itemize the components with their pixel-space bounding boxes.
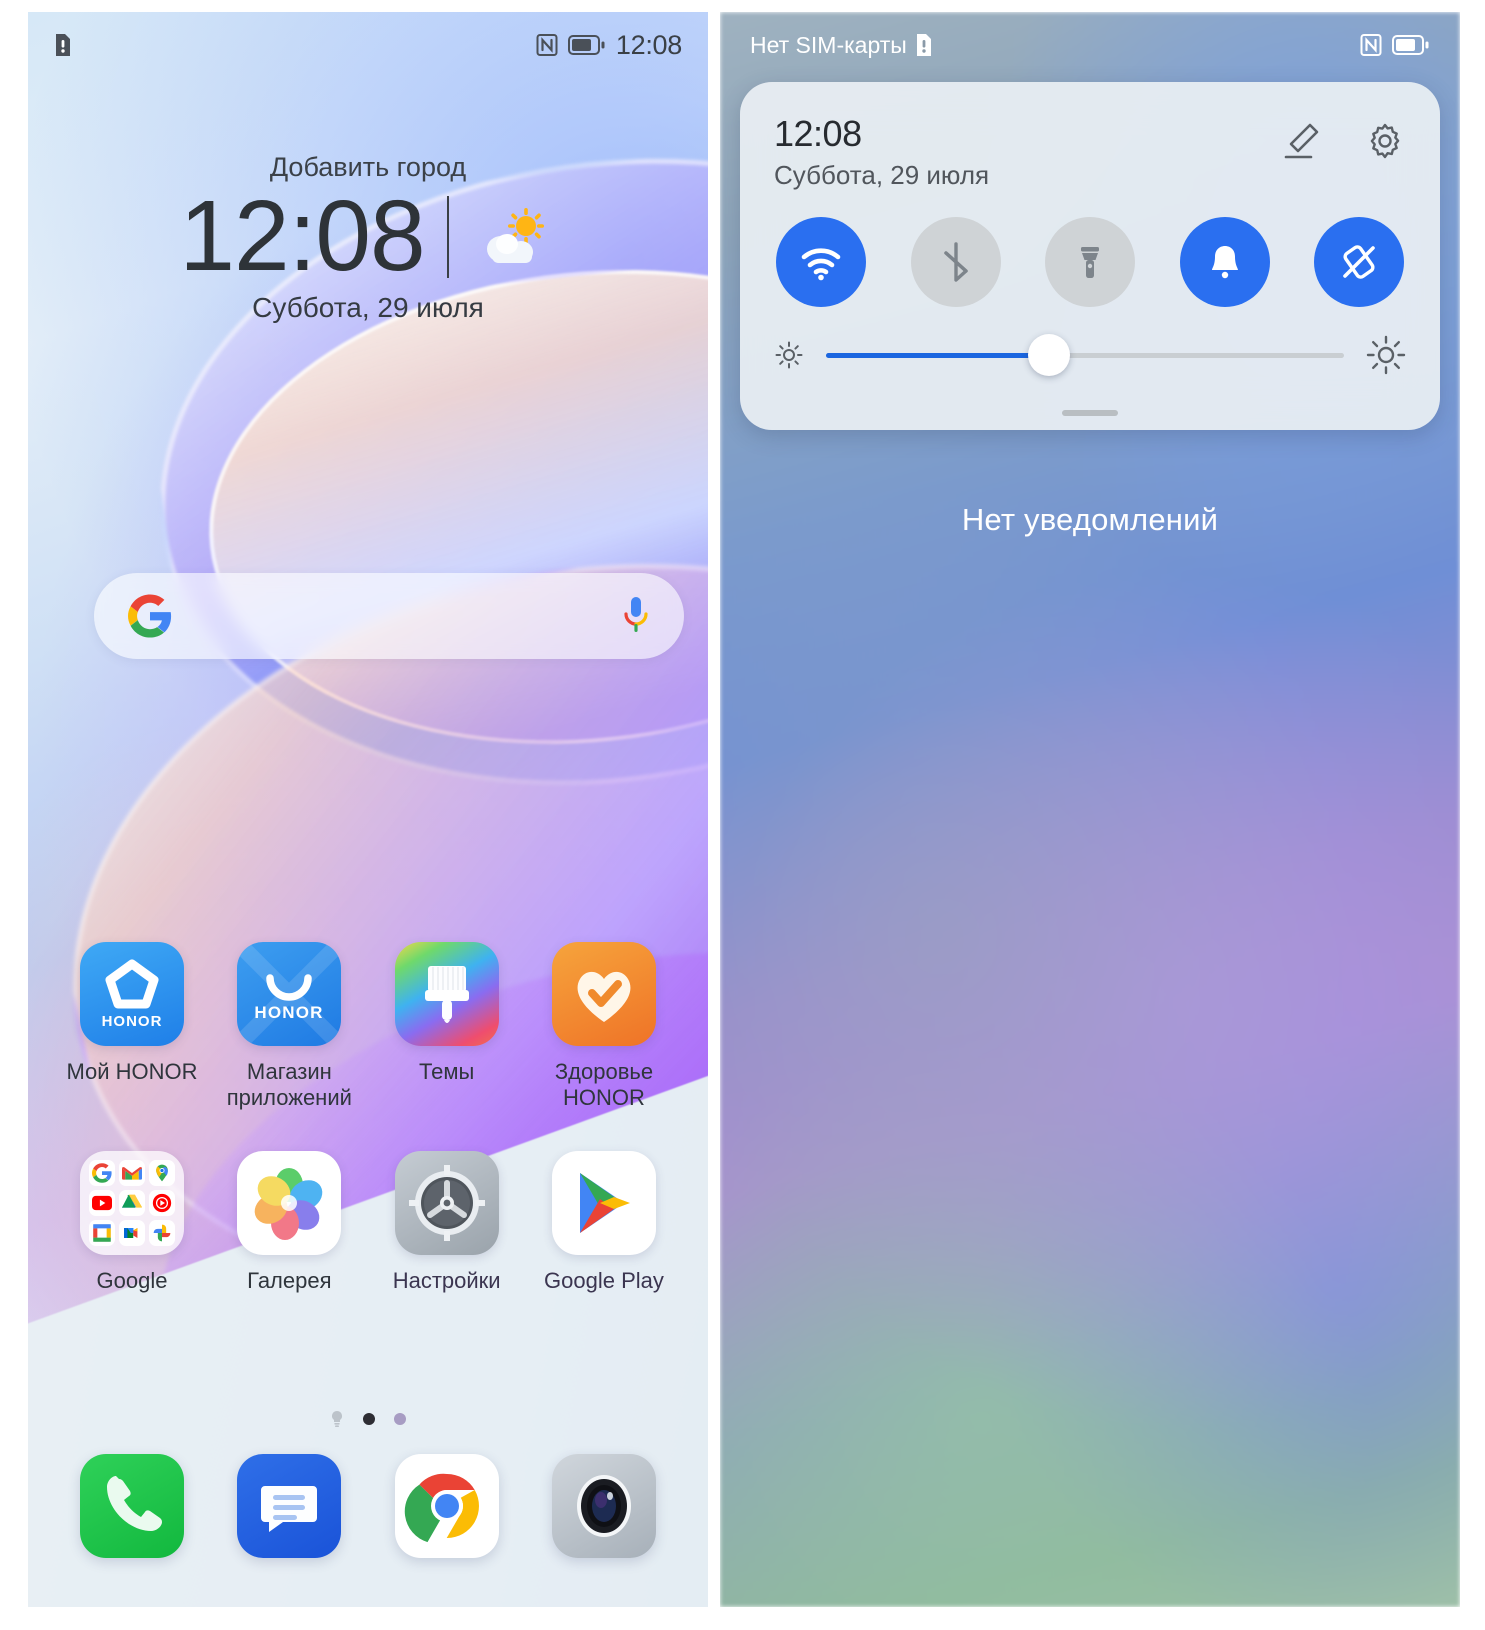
brightness-row: [774, 334, 1406, 377]
clock-time: 12:08: [179, 180, 425, 292]
gear-icon[interactable]: [1364, 120, 1406, 162]
youtube-icon: [89, 1189, 115, 1216]
rotation-lock-icon: [1343, 245, 1375, 279]
google-photos-icon: [149, 1219, 175, 1246]
honor-diamond-icon: HONOR: [80, 942, 184, 1046]
gmail-icon: [119, 1159, 145, 1186]
clock-divider: [446, 195, 449, 278]
app-row: Google Галерея Настройки Google Play: [66, 1150, 670, 1294]
app-grid: HONOR Мой HONOR HONOR Магазин приложений: [28, 942, 708, 1334]
app-label: Темы: [418, 1059, 475, 1084]
toggle-wifi[interactable]: [776, 217, 866, 308]
toggle-rotation-lock[interactable]: [1314, 217, 1404, 308]
quick-toggles: [774, 217, 1406, 308]
themes-brush-icon: [394, 942, 499, 1046]
google-meet-icon: [119, 1219, 145, 1246]
app-themes[interactable]: Темы: [381, 942, 513, 1111]
home-screen: 12:08 Добавить город 12:08 Суббота, 29 и…: [28, 12, 708, 1607]
clock-date: Суббота, 29 июля: [252, 292, 484, 323]
sim-alert-icon: [56, 34, 70, 56]
phone-icon: [80, 1454, 184, 1558]
shade-time: 12:08: [774, 113, 862, 154]
slider-thumb[interactable]: [1027, 334, 1070, 377]
app-label: Google Play: [544, 1267, 664, 1293]
bluetooth-icon: [943, 242, 968, 282]
carrier-label: Нет SIM-карты: [750, 31, 907, 58]
google-g-icon: [128, 594, 172, 638]
app-label: Настройки: [392, 1267, 501, 1293]
google-play-icon: [551, 1150, 656, 1255]
battery-icon: [1392, 35, 1429, 55]
dock-item-phone[interactable]: [66, 1454, 198, 1558]
dock-item-camera[interactable]: [538, 1454, 670, 1558]
page-dot-active[interactable]: [363, 1413, 375, 1425]
app-gallery[interactable]: Галерея: [223, 1150, 355, 1294]
app-label: Здоровье HONOR: [554, 1059, 654, 1110]
svg-text:HONOR: HONOR: [102, 1013, 163, 1030]
shade-header: 12:08 Суббота, 29 июля: [774, 112, 1406, 191]
app-appgallery[interactable]: HONOR Магазин приложений: [223, 942, 355, 1111]
app-row: HONOR Мой HONOR HONOR Магазин приложений: [66, 942, 670, 1111]
lightbulb-icon[interactable]: [330, 1410, 344, 1428]
shade-drag-handle[interactable]: [1062, 410, 1118, 416]
quick-settings-panel: 12:08 Суббота, 29 июля: [740, 82, 1440, 430]
sim-alert-icon: [916, 34, 931, 56]
svg-text:HONOR: HONOR: [255, 1003, 324, 1022]
youtube-music-icon: [149, 1189, 175, 1216]
gallery-flower-icon: [237, 1150, 342, 1255]
notification-shade-screen: Нет SIM-карты 12:08 Суббота, 29 июля Нет…: [720, 12, 1460, 1607]
app-health-honor[interactable]: Здоровье HONOR: [538, 942, 670, 1111]
honor-appgallery-icon: HONOR: [237, 942, 342, 1046]
google-search-icon: [89, 1159, 115, 1186]
brightness-slider[interactable]: [826, 334, 1344, 377]
toggle-bluetooth[interactable]: [910, 217, 1001, 308]
sun-large-icon: [1366, 335, 1406, 375]
empty-notifications-label: Нет уведомлений: [961, 502, 1219, 537]
settings-gear-icon: [394, 1150, 499, 1255]
nfc-icon: [536, 34, 558, 56]
app-my-honor[interactable]: HONOR Мой HONOR: [66, 942, 198, 1111]
app-label: Google: [96, 1267, 168, 1293]
app-google-play[interactable]: Google Play: [538, 1150, 670, 1294]
app-label: Галерея: [247, 1267, 332, 1293]
dock: [28, 1454, 708, 1558]
status-bar-time: 12:08: [615, 29, 682, 60]
app-label: Магазин приложений: [226, 1059, 352, 1110]
toggle-flashlight[interactable]: [1045, 217, 1135, 308]
wifi-icon: [801, 248, 841, 281]
sun-small-icon: [775, 341, 803, 369]
google-maps-icon: [149, 1159, 175, 1186]
folder-google[interactable]: Google: [66, 1150, 198, 1294]
status-bar: Нет SIM-карты: [720, 12, 1460, 78]
messages-icon: [237, 1454, 342, 1558]
toggle-sound[interactable]: [1179, 217, 1270, 308]
camera-icon: [551, 1454, 656, 1558]
flashlight-icon: [1081, 247, 1099, 279]
google-folder-icon: [80, 1150, 184, 1255]
bell-icon: [1211, 246, 1238, 279]
google-search-bar[interactable]: [94, 573, 684, 659]
page-dot[interactable]: [394, 1413, 406, 1425]
microphone-icon[interactable]: [622, 595, 650, 637]
dock-item-messages[interactable]: [223, 1454, 355, 1558]
chrome-icon: [394, 1454, 499, 1558]
page-indicator[interactable]: [28, 1410, 708, 1428]
google-drive-icon: [119, 1189, 145, 1216]
battery-icon: [567, 35, 605, 55]
google-calendar-icon: [89, 1219, 115, 1246]
nfc-icon: [1360, 34, 1382, 56]
dock-item-chrome[interactable]: [381, 1454, 513, 1558]
app-label: Мой HONOR: [66, 1059, 198, 1084]
clock-widget[interactable]: Добавить город 12:08 Суббота, 29 июля: [28, 152, 708, 324]
sun-behind-cloud-icon: [486, 207, 544, 263]
pencil-edit-icon[interactable]: [1280, 120, 1322, 162]
status-bar: 12:08: [28, 12, 708, 78]
health-heart-icon: [551, 942, 656, 1046]
screenshot-root: 12:08 Добавить город 12:08 Суббота, 29 и…: [0, 0, 1485, 1630]
slider-fill: [826, 352, 1049, 358]
shade-date: Суббота, 29 июля: [774, 160, 990, 191]
app-settings[interactable]: Настройки: [381, 1150, 513, 1294]
